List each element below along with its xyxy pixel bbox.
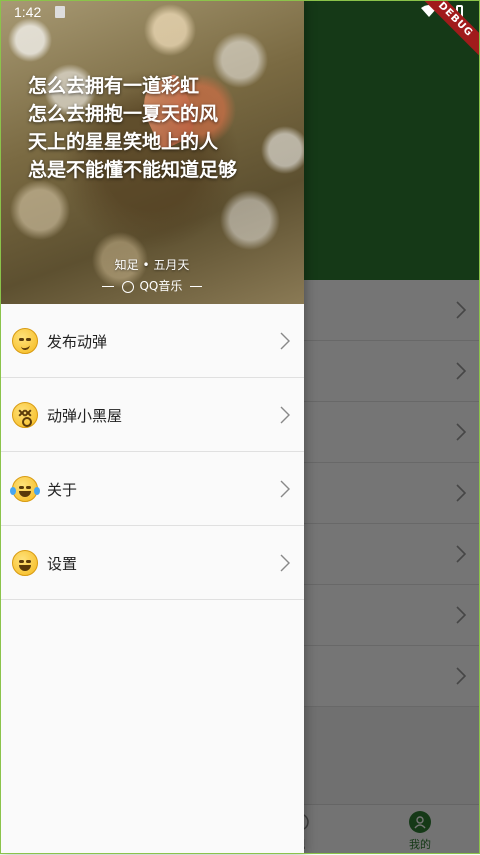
tears-of-joy-emoji-icon (10, 476, 40, 502)
divider (101, 286, 114, 287)
status-bar: 1:42 (0, 0, 480, 24)
drawer-header-image: 怎么去拥有一道彩虹 怎么去拥抱一夏天的风 天上的星星笑地上的人 总是不能懂不能知… (0, 0, 304, 304)
music-source: QQ音乐 (0, 277, 304, 294)
dizzy-face-emoji-icon (12, 402, 38, 428)
lyrics-block: 怎么去拥有一道彩虹 怎么去拥抱一夏天的风 天上的星星笑地上的人 总是不能懂不能知… (28, 72, 237, 184)
chevron-right-icon (280, 332, 290, 350)
navigation-drawer: 怎么去拥有一道彩虹 怎么去拥抱一夏天的风 天上的星星笑地上的人 总是不能懂不能知… (0, 0, 304, 854)
qq-music-icon (121, 280, 134, 293)
chevron-right-icon (280, 480, 290, 498)
smirk-emoji-icon (12, 328, 38, 354)
chevron-right-icon (280, 406, 290, 424)
lyric-line: 怎么去拥抱一夏天的风 (28, 103, 219, 125)
status-time: 1:42 (14, 4, 42, 20)
sim-card-icon (55, 6, 65, 18)
menu-item-label: 设置 (47, 555, 78, 573)
grinning-squint-emoji-icon (12, 550, 38, 576)
menu-item-about[interactable]: 关于 (0, 452, 304, 526)
drawer-menu: 发布动弹 动弹小黑屋 关于 设置 (0, 304, 304, 600)
lyric-line: 天上的星星笑地上的人 (28, 131, 219, 153)
menu-item-label: 动弹小黑屋 (47, 407, 123, 425)
menu-item-settings[interactable]: 设置 (0, 526, 304, 600)
menu-item-blackroom[interactable]: 动弹小黑屋 (0, 378, 304, 452)
menu-item-post-tweet[interactable]: 发布动弹 (0, 304, 304, 378)
menu-item-label: 关于 (47, 481, 78, 499)
lyric-line: 总是不能懂不能知道足够 (28, 159, 238, 181)
menu-item-label: 发布动弹 (47, 333, 108, 351)
lyric-line: 怎么去拥有一道彩虹 (28, 75, 200, 97)
chevron-right-icon (280, 554, 290, 572)
divider (190, 286, 203, 287)
music-source-label: QQ音乐 (139, 279, 183, 293)
song-title: 知足 • 五月天 (114, 258, 190, 272)
